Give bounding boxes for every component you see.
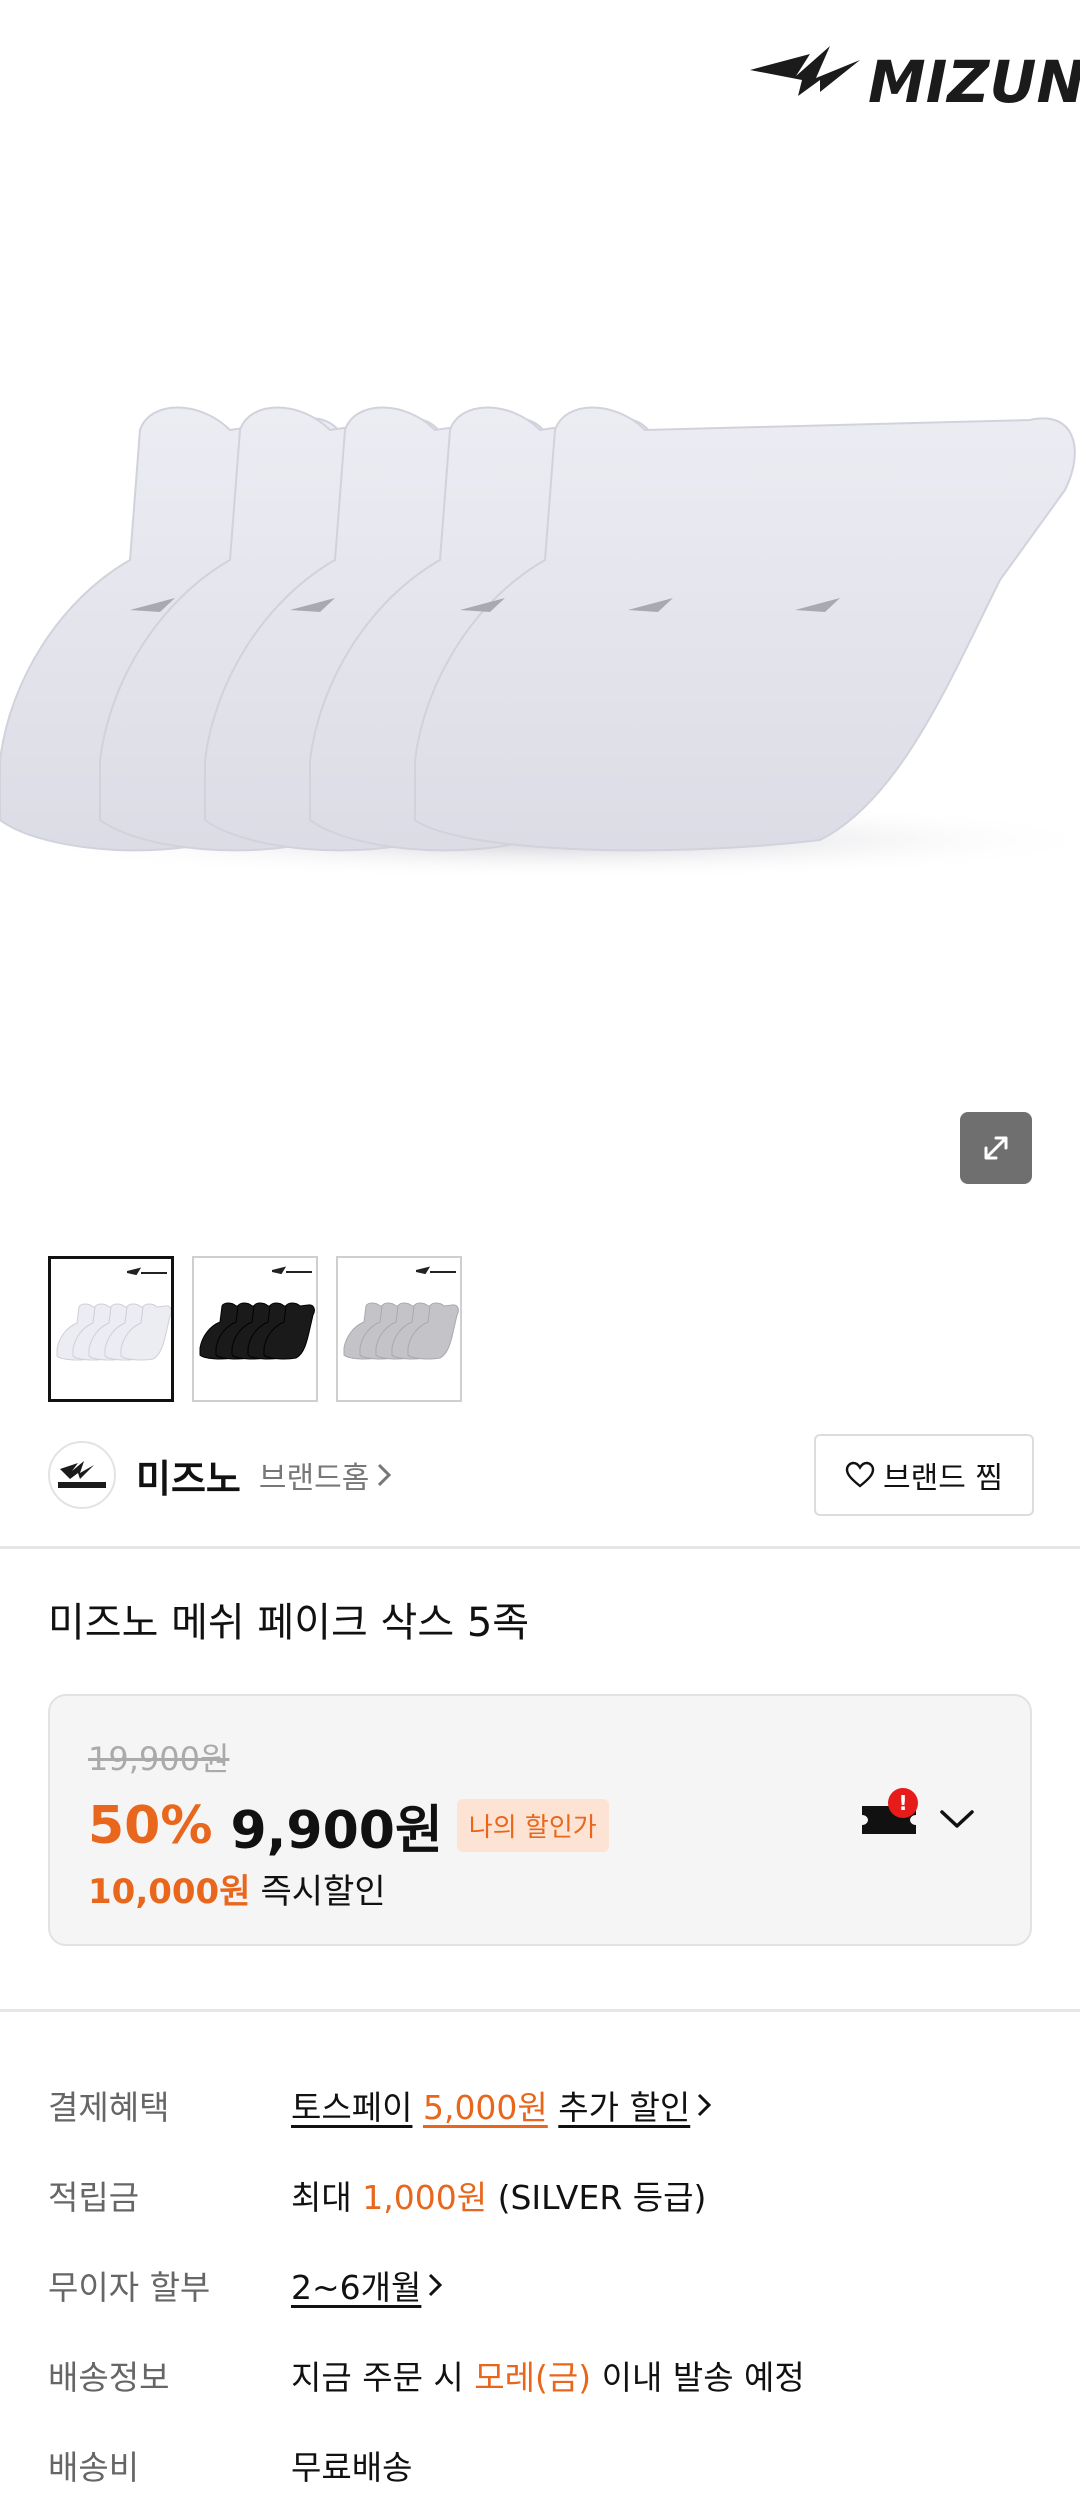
coupon-alert-badge: !	[888, 1788, 918, 1818]
shipping-info-row: 배송정보 지금 주문 시 모레(금) 이내 발송 예정	[48, 2330, 1032, 2420]
chevron-right-icon	[378, 1463, 392, 1487]
payment-benefit-suffix: 추가 할인	[558, 2088, 691, 2127]
shipping-info-date: 모레(금)	[474, 2358, 592, 2397]
thumbnail-logo-icon	[272, 1266, 312, 1275]
brand-home-link[interactable]: 브랜드홈	[259, 1453, 393, 1497]
expand-image-button[interactable]	[960, 1112, 1032, 1184]
payment-benefit-link[interactable]: 토스페이 5,000원 추가 할인	[291, 2081, 712, 2129]
product-title: 미즈노 메쉬 페이크 삭스 5족	[48, 1600, 530, 1646]
thumbnail-black[interactable]	[192, 1256, 318, 1402]
points-label: 적립금	[48, 2178, 140, 2217]
expand-diagonal-icon	[984, 1136, 1008, 1160]
price-box[interactable]: 19,900원 50% 9,900원 나의 할인가 10,000원 즉시할인 !	[48, 1694, 1032, 1946]
points-suffix: (SILVER 등급)	[497, 2178, 707, 2217]
heart-icon	[845, 1461, 875, 1488]
chevron-right-icon	[698, 2093, 712, 2117]
payment-benefit-label: 결제혜택	[48, 2088, 170, 2127]
installment-row: 무이자 할부 2~6개월	[48, 2240, 1032, 2330]
instant-discount-amount: 10,000원	[88, 1872, 251, 1912]
instant-discount-label: 즉시할인	[260, 1872, 386, 1912]
installment-label: 무이자 할부	[48, 2268, 211, 2307]
sale-price: 9,900원	[230, 1801, 443, 1861]
my-price-badge: 나의 할인가	[456, 1799, 609, 1852]
mizuno-logo: MIZUNO	[750, 46, 1080, 116]
installment-link[interactable]: 2~6개월	[291, 2261, 443, 2309]
shipping-fee-value: 무료배송	[291, 2448, 413, 2487]
instant-discount-line: 10,000원 즉시할인	[88, 1864, 386, 1913]
chevron-down-icon[interactable]	[936, 1804, 978, 1834]
points-value: 최대 1,000원 (SILVER 등급)	[291, 2171, 706, 2219]
thumbnail-logo-icon	[416, 1266, 456, 1275]
product-hero-image[interactable]: MIZUNO	[0, 0, 1080, 1210]
price-line: 50% 9,900원 나의 할인가	[88, 1788, 609, 1863]
mizuno-avatar-logo-icon	[58, 1461, 106, 1488]
payment-benefit-amount: 5,000원	[422, 2088, 548, 2127]
chevron-right-icon	[429, 2273, 443, 2297]
original-price: 19,900원	[88, 1740, 230, 1778]
thumbnail-logo-icon	[127, 1267, 167, 1276]
product-info-list: 결제혜택 토스페이 5,000원 추가 할인 적립금 최대 1,000원 (SI…	[48, 2060, 1032, 2503]
shipping-info-label: 배송정보	[48, 2358, 170, 2397]
brand-like-button[interactable]: 브랜드 찜	[814, 1434, 1034, 1516]
shipping-fee-row: 배송비 무료배송	[48, 2420, 1032, 2503]
thumbnail-socks-gray	[343, 1302, 459, 1360]
brand-name[interactable]: 미즈노	[136, 1448, 241, 1503]
thumbnail-socks-white	[56, 1303, 171, 1361]
discount-rate: 50%	[88, 1795, 213, 1856]
brand-row: 미즈노 브랜드홈 브랜드 찜	[48, 1434, 1034, 1516]
brand-like-label: 브랜드 찜	[883, 1461, 1003, 1496]
section-divider	[0, 1546, 1080, 1549]
installment-value: 2~6개월	[291, 2268, 422, 2307]
points-prefix: 최대	[291, 2178, 352, 2217]
points-row: 적립금 최대 1,000원 (SILVER 등급)	[48, 2150, 1032, 2240]
thumbnail-socks-black	[199, 1302, 315, 1360]
shipping-info-suffix: 이내 발송 예정	[601, 2358, 805, 2397]
brand-avatar[interactable]	[48, 1441, 116, 1509]
shipping-info-value: 지금 주문 시 모레(금) 이내 발송 예정	[291, 2351, 805, 2399]
shipping-info-prefix: 지금 주문 시	[291, 2358, 464, 2397]
socks-illustration	[0, 406, 1080, 880]
brand-home-label: 브랜드홈	[258, 1461, 370, 1496]
payment-benefit-prefix: 토스페이	[291, 2088, 413, 2127]
payment-benefit-row: 결제혜택 토스페이 5,000원 추가 할인	[48, 2060, 1032, 2150]
thumbnail-gray[interactable]	[336, 1256, 462, 1402]
shipping-fee-label: 배송비	[48, 2448, 140, 2487]
points-amount: 1,000원	[362, 2178, 488, 2217]
thumbnail-white[interactable]	[48, 1256, 174, 1402]
thumbnail-strip	[48, 1256, 462, 1402]
section-divider	[0, 2009, 1080, 2012]
mizuno-logo-text: MIZUNO	[868, 48, 1080, 116]
